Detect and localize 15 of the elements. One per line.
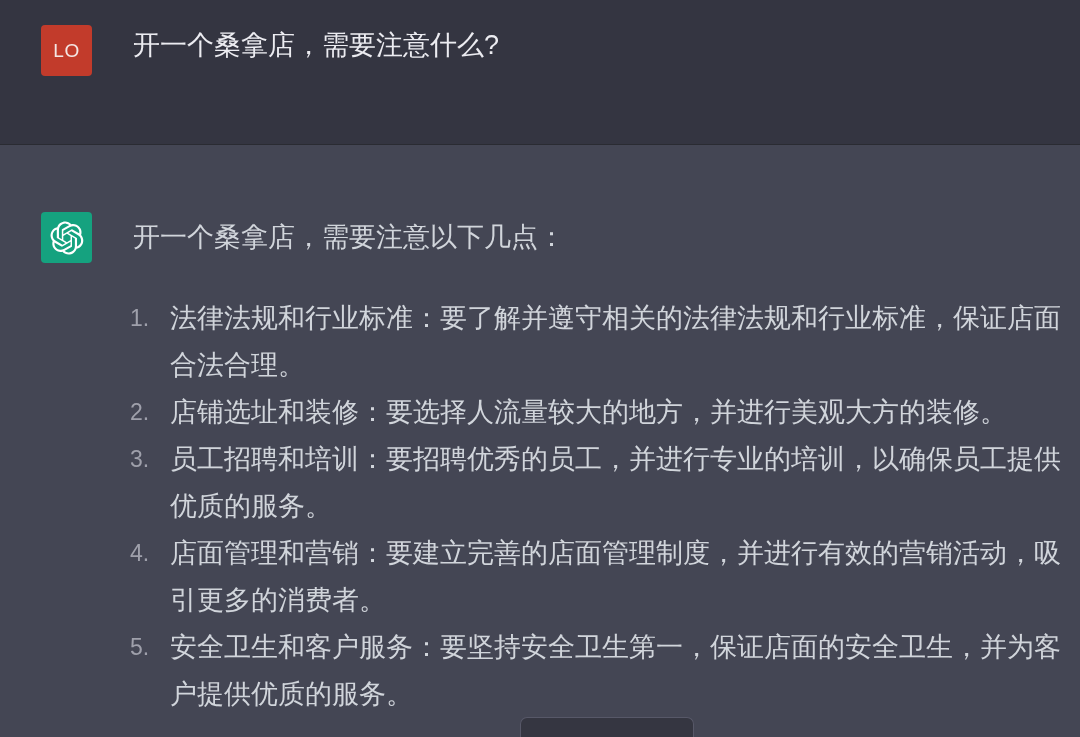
message-text: 开一个桑拿店，需要注意以下几点： bbox=[133, 220, 566, 254]
list-item-text: 法律法规和行业标准：要了解并遵守相关的法律法规和行业标准，保证店面合法合理。 bbox=[170, 301, 1062, 382]
list-item-text: 员工招聘和培训：要招聘优秀的员工，并进行专业的培训，以确保员工提供优质的服务。 bbox=[170, 442, 1062, 523]
list-number: 1. bbox=[130, 303, 151, 333]
list-item-text: 店面管理和营销：要建立完善的店面管理制度，并进行有效的营销活动，吸引更多的消费者。 bbox=[170, 536, 1062, 617]
list-number: 5. bbox=[130, 632, 151, 662]
message-text: 开一个桑拿店，需要注意什么? bbox=[133, 28, 500, 62]
list-item-text: 安全卫生和客户服务：要坚持安全卫生第一，保证店面的安全卫生，并为客户提供优质的服务。 bbox=[170, 630, 1062, 711]
user-avatar: LO bbox=[41, 25, 92, 76]
list-item-text: 店铺选址和装修：要选择人流量较大的地方，并进行美观大方的装修。 bbox=[170, 395, 1008, 429]
list-number: 3. bbox=[130, 444, 151, 474]
logo-icon bbox=[41, 212, 92, 263]
cut-off-button[interactable] bbox=[520, 717, 694, 737]
list-number: 4. bbox=[130, 538, 151, 568]
list-number: 2. bbox=[130, 397, 151, 427]
